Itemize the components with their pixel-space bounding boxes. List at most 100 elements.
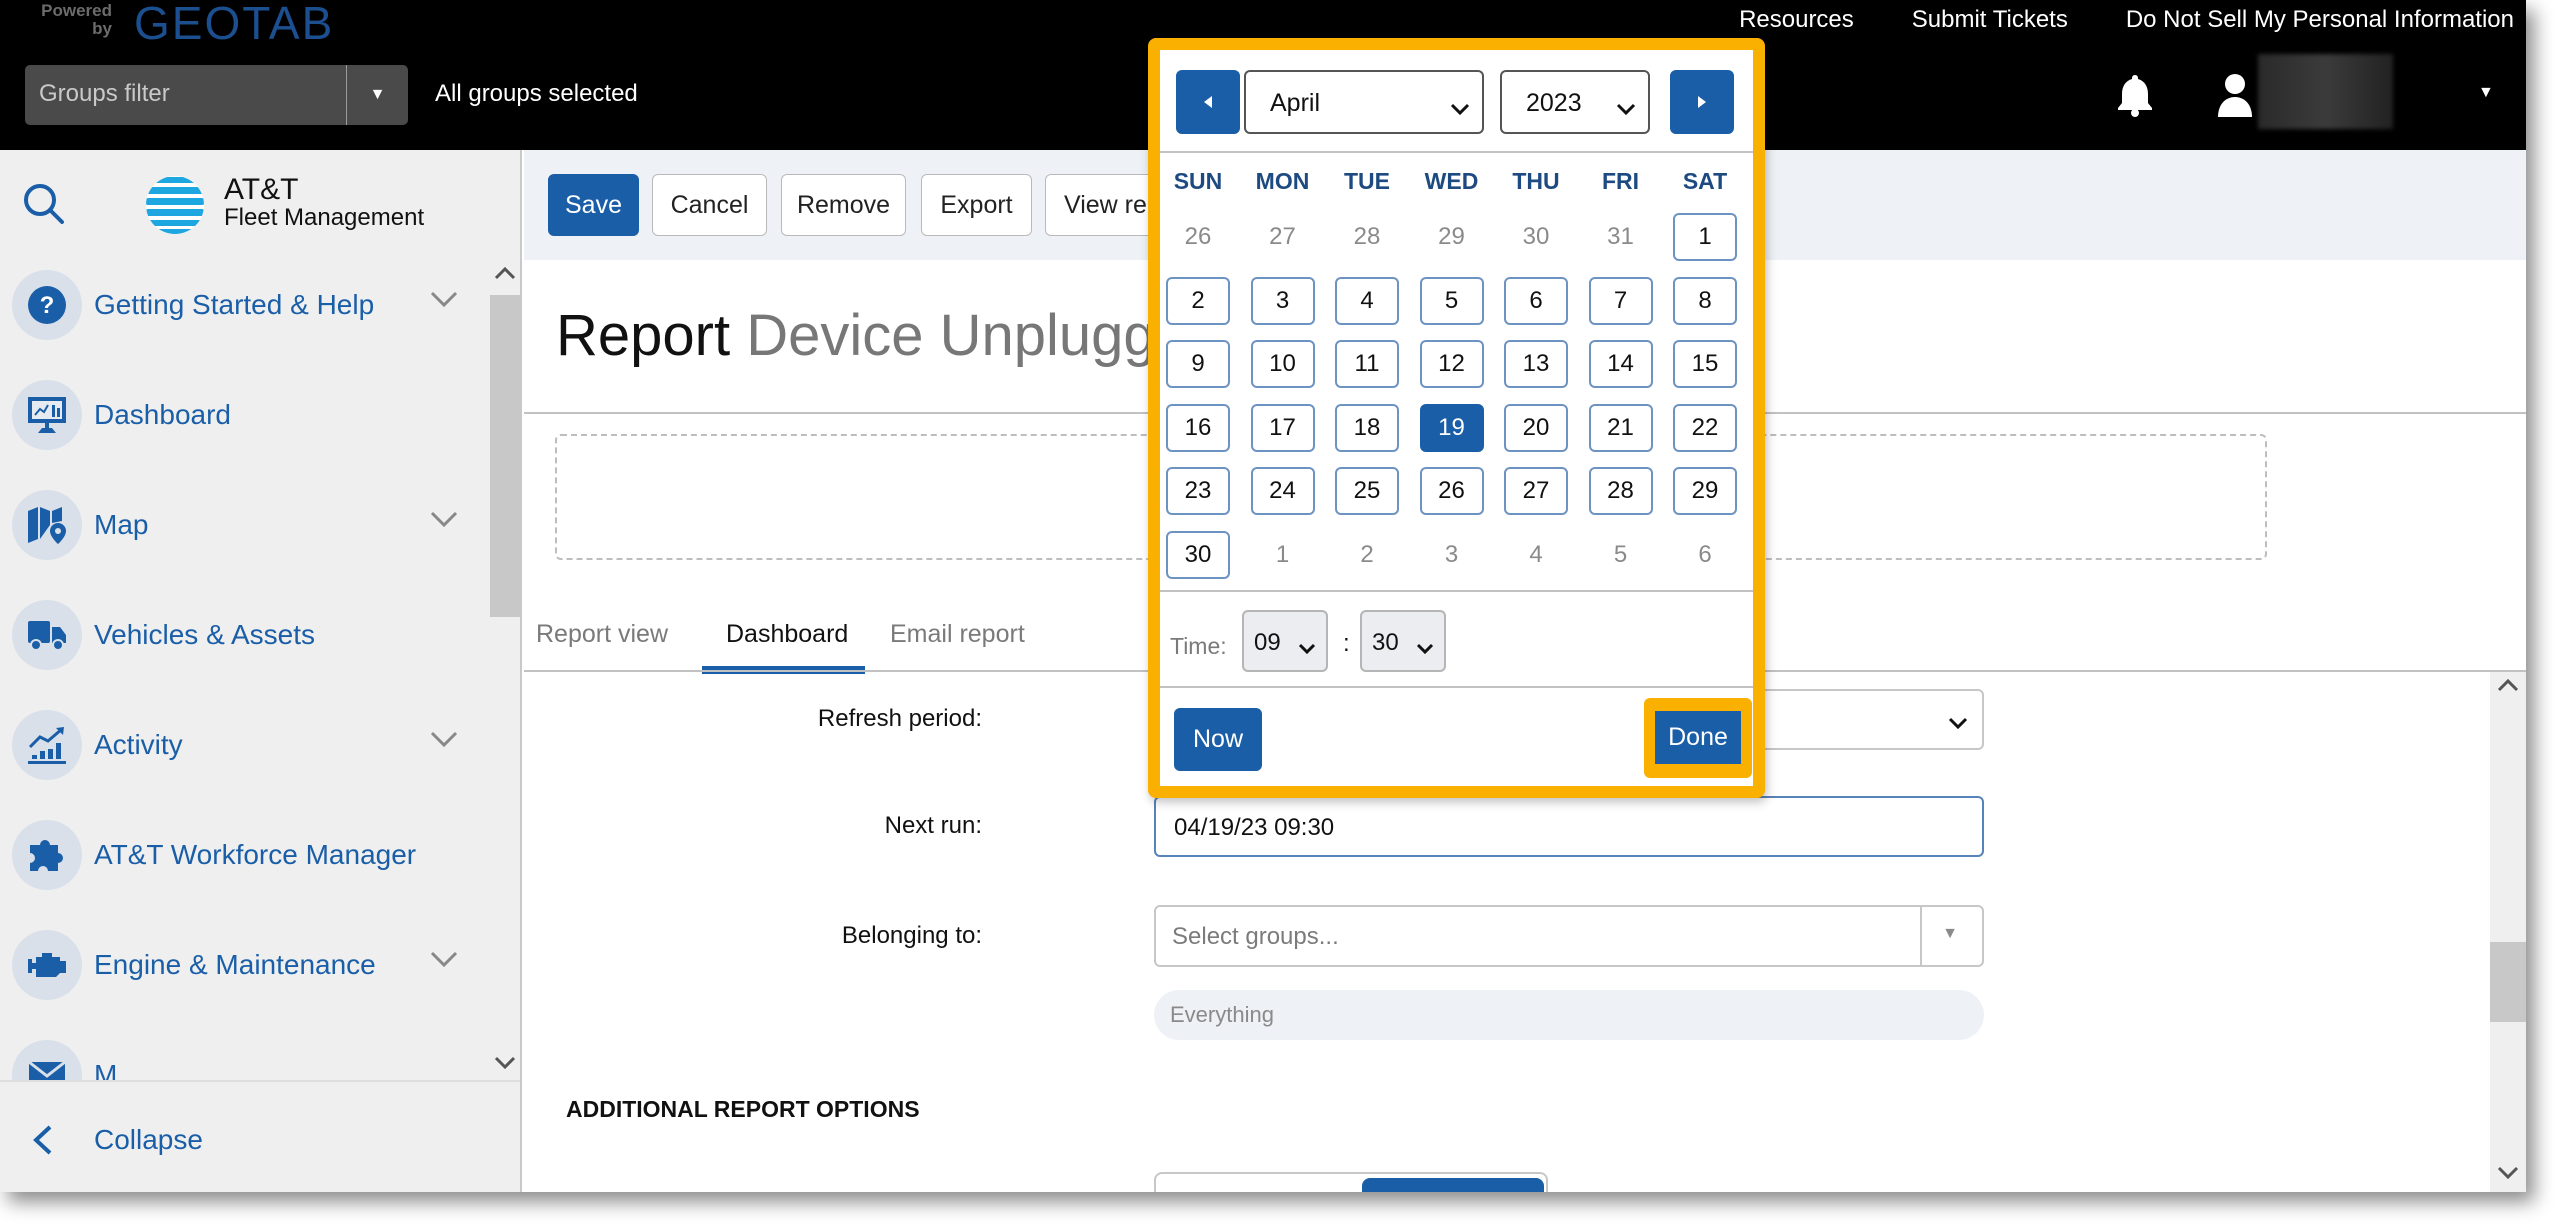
calendar-day-other-month[interactable]: 30 <box>1504 213 1568 261</box>
calendar-day-other-month[interactable]: 28 <box>1335 213 1399 261</box>
groups-filter-dropdown-button[interactable]: ▼ <box>346 65 408 125</box>
chevron-down-icon[interactable] <box>430 950 458 973</box>
calendar-day[interactable]: 29 <box>1673 467 1737 515</box>
calendar-day-other-month[interactable]: 4 <box>1504 531 1568 579</box>
chevron-down-icon[interactable] <box>430 730 458 753</box>
triangle-down-icon[interactable]: ▼ <box>1942 925 1958 943</box>
tab-email-report[interactable]: Email report <box>890 608 1025 672</box>
groups-filter[interactable]: Groups filter ▼ <box>25 65 408 125</box>
calendar-day[interactable]: 24 <box>1250 467 1315 515</box>
sidebar-scrollbar-thumb[interactable] <box>490 295 522 617</box>
remove-button[interactable]: Remove <box>781 174 906 236</box>
engine-icon <box>12 930 82 1000</box>
next-run-input[interactable]: 04/19/23 09:30 <box>1154 796 1984 857</box>
calendar-day[interactable]: 5 <box>1419 276 1484 325</box>
sidebar-item-label: Getting Started & Help <box>94 289 375 320</box>
calendar-day-other-month[interactable]: 5 <box>1589 531 1653 579</box>
save-button[interactable]: Save <box>548 174 639 236</box>
calendar-day[interactable]: 11 <box>1335 340 1399 388</box>
sidebar-item-workforce-manager[interactable]: AT&T Workforce Manager <box>0 810 490 900</box>
bell-icon[interactable] <box>2115 73 2155 122</box>
calendar-day-other-month[interactable]: 2 <box>1335 531 1399 579</box>
export-button[interactable]: Export <box>921 174 1032 236</box>
calendar-day[interactable]: 15 <box>1673 340 1737 388</box>
calendar-day-selected[interactable]: 19 <box>1419 403 1484 452</box>
calendar-day[interactable]: 13 <box>1504 340 1568 388</box>
prev-month-button[interactable] <box>1176 70 1240 134</box>
calendar-day-other-month[interactable]: 31 <box>1589 213 1653 261</box>
next-month-button[interactable] <box>1670 70 1734 134</box>
sidebar-item-engine-maintenance[interactable]: Engine & Maintenance <box>0 920 490 1010</box>
cancel-button[interactable]: Cancel <box>652 174 767 236</box>
now-button[interactable]: Now <box>1174 708 1262 771</box>
month-select[interactable]: April <box>1244 70 1484 134</box>
calendar-day-other-month[interactable]: 27 <box>1251 213 1315 261</box>
calendar-day[interactable]: 17 <box>1250 403 1315 452</box>
main-scrollbar-thumb[interactable] <box>2490 942 2526 1022</box>
calendar-day[interactable]: 22 <box>1673 403 1737 452</box>
main-scrollbar[interactable] <box>2490 672 2526 1192</box>
calendar-day[interactable]: 18 <box>1335 403 1399 452</box>
chevron-down-icon <box>1948 709 1968 737</box>
chevron-down-icon[interactable] <box>430 510 458 533</box>
resources-link[interactable]: Resources <box>1739 6 1854 34</box>
submit-tickets-link[interactable]: Submit Tickets <box>1912 6 2068 34</box>
chevron-down-icon[interactable] <box>494 1056 516 1075</box>
calendar-day[interactable]: 27 <box>1504 467 1568 515</box>
calendar-day-other-month[interactable]: 1 <box>1251 531 1315 579</box>
hour-select[interactable]: 09 <box>1242 610 1328 672</box>
groups-filter-input[interactable]: Groups filter <box>25 65 346 125</box>
calendar-day[interactable]: 26 <box>1419 467 1484 515</box>
calendar-day-other-month[interactable]: 29 <box>1420 213 1484 261</box>
calendar-day[interactable]: 12 <box>1419 340 1484 388</box>
tab-report-view[interactable]: Report view <box>536 608 668 672</box>
calendar-day[interactable]: 9 <box>1166 340 1230 388</box>
tab-dashboard[interactable]: Dashboard <box>726 608 848 672</box>
calendar-day[interactable]: 30 <box>1166 530 1230 579</box>
weekday-sat: SAT <box>1682 168 1728 194</box>
calendar-day[interactable]: 8 <box>1673 276 1737 325</box>
calendar-day[interactable]: 6 <box>1504 276 1568 325</box>
calendar-day[interactable]: 25 <box>1335 467 1399 515</box>
sidebar-item-messages[interactable]: M <box>0 1030 490 1080</box>
calendar-day[interactable]: 2 <box>1166 276 1230 325</box>
option-toggle[interactable] <box>1154 1172 1548 1192</box>
chevron-down-icon[interactable] <box>430 290 458 313</box>
dashboard-icon <box>12 380 82 450</box>
calendar-day[interactable]: 16 <box>1166 403 1230 452</box>
minute-select[interactable]: 30 <box>1360 610 1446 672</box>
sidebar-item-getting-started[interactable]: ? Getting Started & Help <box>0 260 490 350</box>
sidebar-item-dashboard[interactable]: Dashboard <box>0 370 490 460</box>
sidebar-item-map[interactable]: Map <box>0 480 490 570</box>
sidebar-item-vehicles-assets[interactable]: Vehicles & Assets <box>0 590 490 680</box>
calendar-day[interactable]: 7 <box>1588 276 1653 325</box>
activity-icon <box>12 710 82 780</box>
chevron-down-icon[interactable] <box>2497 1166 2519 1185</box>
calendar-day[interactable]: 21 <box>1588 403 1653 452</box>
user-name-redacted[interactable] <box>2258 54 2393 129</box>
calendar-day[interactable]: 14 <box>1588 340 1653 388</box>
year-select[interactable]: 2023 <box>1500 70 1650 134</box>
done-button[interactable]: Done <box>1655 711 1741 764</box>
collapse-button[interactable]: Collapse <box>30 1124 203 1156</box>
geotab-logo: GEOTAB <box>134 0 335 49</box>
calendar-day[interactable]: 3 <box>1250 276 1315 325</box>
calendar-day[interactable]: 28 <box>1588 467 1653 515</box>
option-toggle-active[interactable] <box>1362 1178 1544 1192</box>
calendar-day[interactable]: 1 <box>1673 213 1737 261</box>
calendar-day[interactable]: 4 <box>1335 276 1399 325</box>
chevron-up-icon[interactable] <box>494 266 516 285</box>
calendar-day-other-month[interactable]: 6 <box>1673 531 1737 579</box>
caret-down-icon[interactable]: ▼ <box>2478 84 2494 102</box>
user-icon[interactable] <box>2216 73 2254 122</box>
calendar-day[interactable]: 20 <box>1504 403 1568 452</box>
chevron-up-icon[interactable] <box>2497 678 2519 697</box>
search-icon[interactable] <box>22 182 66 231</box>
belonging-to-select[interactable]: Select groups... ▼ <box>1154 905 1984 967</box>
calendar-day[interactable]: 23 <box>1166 467 1230 515</box>
calendar-day-other-month[interactable]: 26 <box>1166 213 1230 261</box>
calendar-day[interactable]: 10 <box>1250 340 1315 388</box>
calendar-day-other-month[interactable]: 3 <box>1420 531 1484 579</box>
sidebar-item-activity[interactable]: Activity <box>0 700 490 790</box>
do-not-sell-link[interactable]: Do Not Sell My Personal Information <box>2126 6 2514 34</box>
